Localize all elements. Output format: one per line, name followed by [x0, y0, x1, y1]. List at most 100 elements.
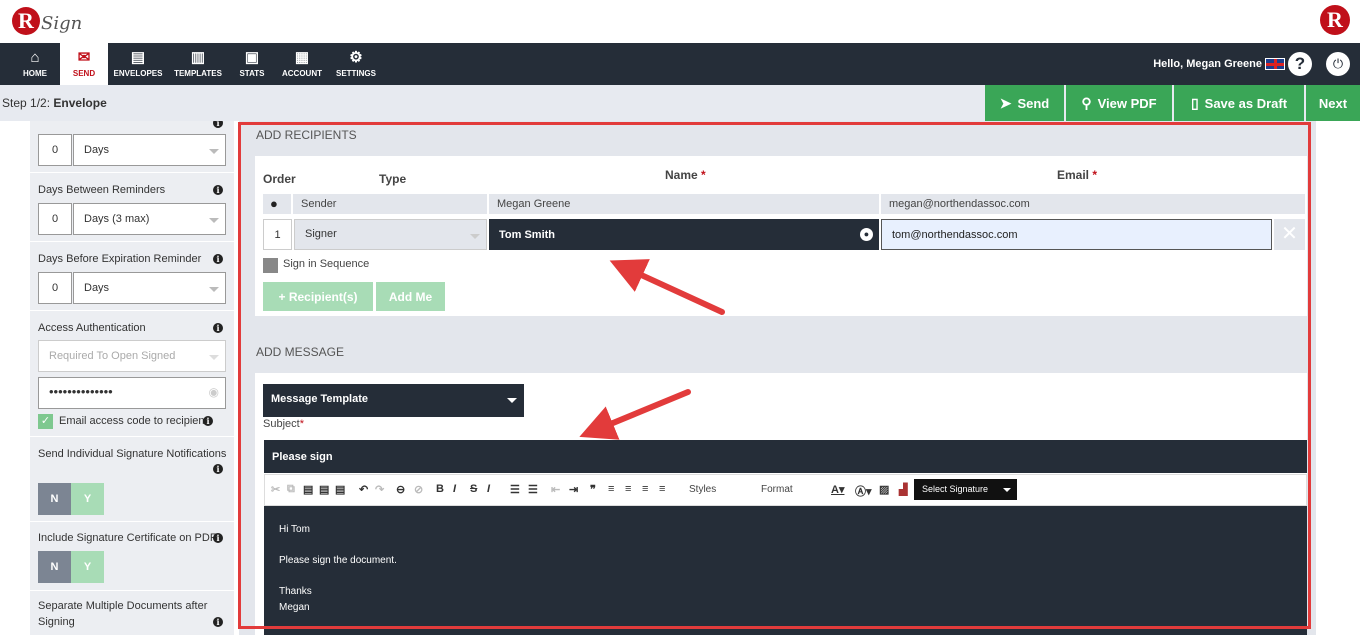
add-recipient-button[interactable]: + Recipient(s) — [263, 282, 373, 311]
send-button[interactable]: ➤ Send — [985, 85, 1064, 121]
recipients-panel: Order Type Name * Email * ● Sender Megan… — [255, 156, 1307, 316]
separate-docs-block: Separate Multiple Documents after Signin… — [30, 592, 234, 635]
home-icon: ⌂ — [30, 49, 40, 66]
between-reminders-unit-select[interactable]: Days (3 max) — [73, 203, 226, 235]
rsign-logo[interactable]: R Sign — [12, 4, 82, 38]
image-icon[interactable]: ▨ — [879, 483, 889, 496]
signer-type-select[interactable]: Signer — [294, 219, 487, 250]
contact-icon[interactable]: ● — [860, 228, 873, 241]
power-icon[interactable]: ⏻ — [1326, 52, 1350, 76]
signer-name-input[interactable]: Tom Smith ● — [489, 219, 879, 250]
save-draft-button[interactable]: ▯ Save as Draft — [1174, 85, 1304, 121]
info-icon[interactable]: i — [213, 533, 223, 543]
view-pdf-button[interactable]: ⚲ View PDF — [1066, 85, 1172, 121]
template-icon: ▥ — [190, 49, 206, 66]
order-header: Order — [263, 172, 296, 186]
styles-dropdown[interactable]: Styles — [689, 484, 716, 495]
eye-icon[interactable]: ◉ — [209, 385, 219, 399]
main-content: ADD RECIPIENTS Order Type Name * Email *… — [239, 121, 1316, 635]
subject-label-text: Subject — [263, 418, 300, 430]
bullet-list-icon[interactable]: ☰ — [528, 483, 538, 496]
strikethrough-icon[interactable]: S — [470, 483, 477, 495]
help-icon[interactable]: ? — [1288, 52, 1312, 76]
first-reminder-unit-select[interactable]: Days — [73, 134, 226, 166]
unlink-icon[interactable]: ⊘ — [414, 483, 423, 496]
blockquote-icon[interactable]: ❞ — [590, 483, 596, 496]
nav-templates-label: TEMPLATES — [174, 69, 222, 78]
message-body-editor[interactable]: Hi Tom Please sign the document. Thanks … — [264, 506, 1307, 635]
info-icon[interactable]: i — [213, 121, 223, 128]
body-line: Hi Tom — [279, 524, 310, 535]
copy-icon[interactable]: ⧉ — [287, 483, 295, 496]
info-icon[interactable]: i — [213, 464, 223, 474]
nav-settings-label: SETTINGS — [335, 69, 376, 78]
signer-email-input[interactable]: tom@northendassoc.com — [881, 219, 1272, 250]
link-icon[interactable]: ⊖ — [396, 483, 405, 496]
align-center-icon[interactable]: ≡ — [625, 483, 631, 495]
between-reminders-input[interactable]: 0 — [38, 203, 72, 235]
required-mark: * — [1092, 168, 1098, 182]
align-right-icon[interactable]: ≡ — [642, 483, 648, 495]
message-template-select[interactable]: Message Template — [263, 384, 524, 417]
background-color-icon[interactable]: Ⓐ▾ — [855, 483, 872, 499]
nav-home[interactable]: ⌂ HOME — [10, 43, 60, 85]
between-reminders-block: Days Between Reminders i 0 Days (3 max) — [30, 174, 234, 242]
nav-account-label: ACCOUNT — [282, 69, 322, 78]
uk-flag-icon[interactable] — [1265, 58, 1285, 70]
nav-settings[interactable]: ⚙ SETTINGS — [334, 43, 378, 85]
info-icon[interactable]: i — [213, 254, 223, 264]
nav-envelopes[interactable]: ▤ ENVELOPES — [110, 43, 166, 85]
paste-text-icon[interactable]: ▤ — [319, 483, 329, 496]
paste-icon[interactable]: ▤ — [303, 483, 313, 496]
cut-icon[interactable]: ✂ — [271, 483, 280, 496]
undo-icon[interactable]: ↶ — [359, 483, 368, 496]
align-left-icon[interactable]: ≡ — [608, 483, 614, 495]
remove-recipient-icon[interactable]: ✕ — [1274, 219, 1305, 250]
email-code-checkbox[interactable]: ✓ — [38, 414, 53, 429]
notifications-yes-toggle[interactable]: Y — [71, 483, 104, 515]
stamp-icon[interactable]: ▟ — [899, 483, 907, 496]
indent-icon[interactable]: ⇥ — [569, 483, 578, 496]
add-me-button[interactable]: Add Me — [376, 282, 445, 311]
numbered-list-icon[interactable]: ☰ — [510, 483, 520, 496]
select-signature-dropdown[interactable]: Select Signature — [914, 479, 1017, 500]
access-code-password-field[interactable]: •••••••••••••• ◉ — [38, 377, 226, 409]
expiration-reminder-unit: Days — [84, 282, 110, 294]
info-icon[interactable]: i — [213, 323, 223, 333]
format-dropdown[interactable]: Format — [761, 484, 793, 495]
redo-icon[interactable]: ↷ — [375, 483, 384, 496]
subject-input[interactable]: Please sign — [264, 440, 1307, 473]
nav-account[interactable]: ▦ ACCOUNT — [280, 43, 324, 85]
access-auth-select[interactable]: Required To Open Signed — [38, 340, 226, 372]
signer-order-input[interactable]: 1 — [263, 219, 292, 250]
nav-send[interactable]: ✉ SEND — [60, 43, 108, 85]
name-header: Name * — [665, 168, 706, 182]
first-reminder-input[interactable]: 0 — [38, 134, 72, 166]
expiration-reminder-label: Days Before Expiration Reminder — [38, 253, 202, 265]
info-icon[interactable]: i — [203, 416, 213, 426]
info-icon[interactable]: i — [213, 617, 223, 627]
nav-stats[interactable]: ▣ STATS — [232, 43, 272, 85]
paste-word-icon[interactable]: ▤ — [335, 483, 345, 496]
notifications-no-toggle[interactable]: N — [38, 483, 71, 515]
nav-stats-label: STATS — [239, 69, 265, 78]
clear-format-icon[interactable]: I — [487, 483, 490, 495]
expiration-reminder-input[interactable]: 0 — [38, 272, 72, 304]
email-header: Email * — [1057, 168, 1097, 182]
info-icon[interactable]: i — [213, 185, 223, 195]
chevron-down-icon — [209, 149, 219, 154]
top-bar: R Sign R — [0, 0, 1360, 43]
next-button[interactable]: Next — [1306, 85, 1360, 121]
expiration-reminder-block: Days Before Expiration Reminder i 0 Days — [30, 243, 234, 311]
expiration-reminder-unit-select[interactable]: Days — [73, 272, 226, 304]
certificate-yes-toggle[interactable]: Y — [71, 551, 104, 583]
bold-icon[interactable]: B — [436, 483, 444, 495]
required-mark: * — [299, 418, 304, 430]
certificate-no-toggle[interactable]: N — [38, 551, 71, 583]
justify-icon[interactable]: ≡ — [659, 483, 665, 495]
sign-in-sequence-checkbox[interactable] — [263, 258, 278, 273]
italic-icon[interactable]: I — [453, 483, 456, 495]
outdent-icon[interactable]: ⇤ — [551, 483, 560, 496]
text-color-icon[interactable]: A▾ — [831, 483, 844, 496]
nav-templates[interactable]: ▥ TEMPLATES — [170, 43, 226, 85]
